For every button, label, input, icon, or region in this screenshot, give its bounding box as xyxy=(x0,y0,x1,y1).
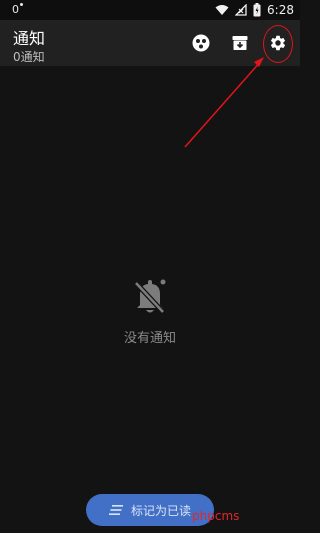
empty-state-message: 没有通知 xyxy=(123,331,176,346)
bell-off-icon xyxy=(134,279,166,314)
mark-all-read-label: 标记为已读 xyxy=(130,503,191,518)
annotation-arrow-icon xyxy=(184,57,264,148)
watermark-text: phpcms xyxy=(192,509,240,523)
list-icon xyxy=(108,505,123,515)
empty-state: 没有通知 xyxy=(0,277,300,346)
